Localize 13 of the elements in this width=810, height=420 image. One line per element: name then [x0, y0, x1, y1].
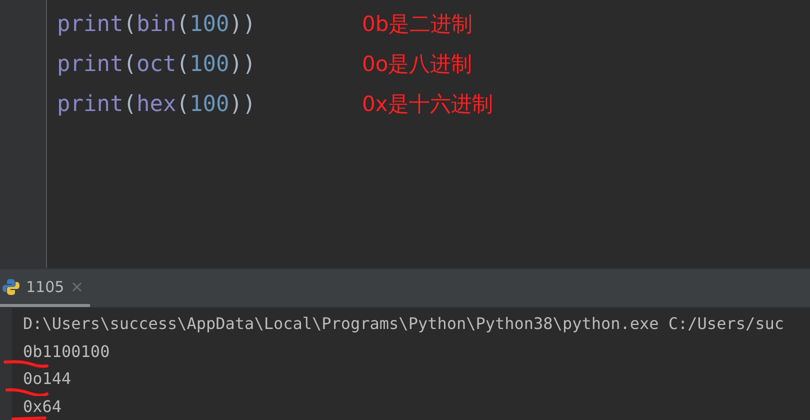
python-icon	[2, 278, 20, 296]
console-line: 0b1100100	[23, 342, 110, 361]
annotation-text: 0o是八进制	[362, 51, 472, 78]
code-line: print(bin(100))	[57, 12, 257, 36]
run-tab[interactable]: 1105	[0, 269, 90, 307]
code-line: print(hex(100))	[57, 92, 257, 116]
annotation-text: 0x是十六进制	[362, 91, 493, 118]
console-line: 0o144	[23, 369, 72, 388]
code-line: print(oct(100))	[57, 52, 257, 76]
annotation-text: 0b是二进制	[362, 11, 473, 38]
close-icon[interactable]	[72, 282, 82, 292]
console-line: D:\Users\success\AppData\Local\Programs\Python\Python38\python.exe C:/Users/suc	[23, 314, 784, 334]
console-line: 0x64	[23, 396, 62, 416]
